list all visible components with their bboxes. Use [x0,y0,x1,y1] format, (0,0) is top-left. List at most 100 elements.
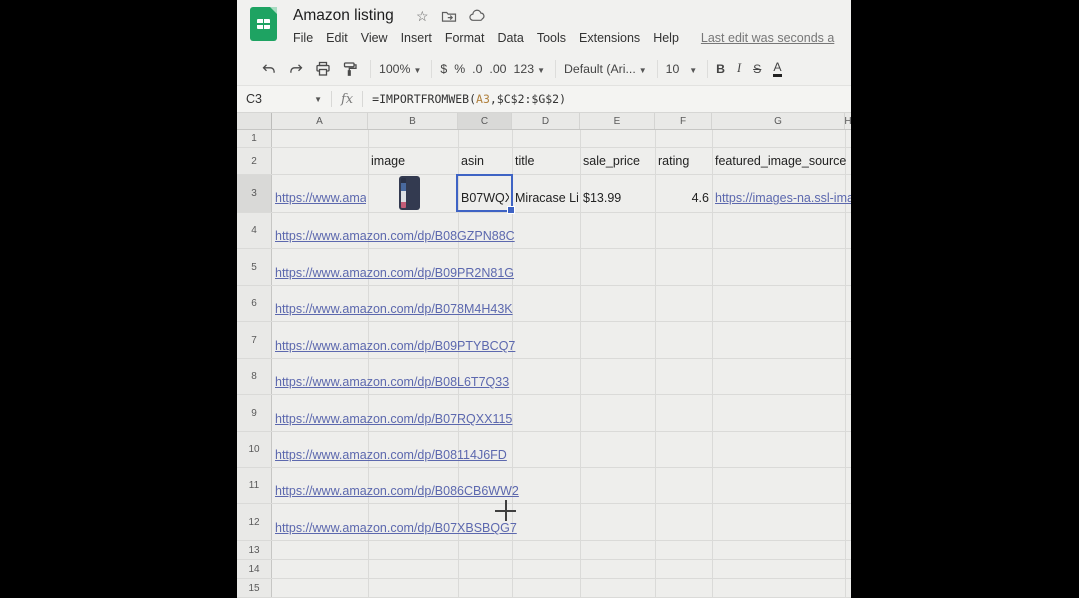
cell-a10-link[interactable]: https://www.amazon.com/dp/B08114J6FD [275,449,507,462]
titlebar: Amazon listing ☆ File Edit View Insert F… [237,0,851,52]
undo-button[interactable] [259,57,279,81]
row-header-1[interactable]: 1 [237,130,272,147]
row-6-cells[interactable]: https://www.amazon.com/dp/B078M4H43K [272,286,851,321]
row-9-cells[interactable]: https://www.amazon.com/dp/B07RQXX115 [272,395,851,431]
row-header-11[interactable]: 11 [237,468,272,503]
column-header-b[interactable]: B [368,113,458,129]
cell-c2-asin-header[interactable]: asin [461,155,484,168]
currency-format-button[interactable]: $ [440,62,447,76]
cell-a3-link[interactable]: https://www.ama [275,192,366,205]
cell-a4-link[interactable]: https://www.amazon.com/dp/B08GZPN88C [275,230,515,243]
row-4: 4 https://www.amazon.com/dp/B08GZPN88C [237,213,851,249]
cell-e2-sale-price-header[interactable]: sale_price [583,155,640,168]
row-13-cells[interactable] [272,541,851,559]
menu-help[interactable]: Help [653,31,679,45]
select-all-corner[interactable] [237,113,272,129]
row-10-cells[interactable]: https://www.amazon.com/dp/B08114J6FD [272,432,851,467]
row-header-12[interactable]: 12 [237,504,272,540]
row-header-15[interactable]: 15 [237,579,272,597]
strikethrough-button[interactable]: S [753,62,761,76]
cell-a7-link[interactable]: https://www.amazon.com/dp/B09PTYBCQ7 [275,340,515,353]
zoom-select[interactable]: 100%▼ [379,62,421,76]
row-15-cells[interactable] [272,579,851,597]
sheets-logo-icon[interactable] [250,7,277,41]
row-header-13[interactable]: 13 [237,541,272,559]
row-header-9[interactable]: 9 [237,395,272,431]
formula-input[interactable]: =IMPORTFROMWEB(A3,$C$2:$G$2) [372,92,566,106]
menu-tools[interactable]: Tools [537,31,566,45]
row-header-3[interactable]: 3 [237,175,272,212]
row-12-cells[interactable]: https://www.amazon.com/dp/B07XBSBQG7 [272,504,851,540]
row-5-cells[interactable]: https://www.amazon.com/dp/B09PR2N81G [272,249,851,285]
row-header-2[interactable]: 2 [237,148,272,174]
last-edit-status[interactable]: Last edit was seconds a [701,31,834,45]
menu-format[interactable]: Format [445,31,485,45]
name-box[interactable]: C3 ▼ [237,92,322,106]
column-header-f[interactable]: F [655,113,712,129]
row-2: 2 image asin title sale_price rating fea… [237,148,851,175]
more-formats-button[interactable]: 123▼ [514,62,545,76]
cell-b2-image-header[interactable]: image [371,155,405,168]
row-7-cells[interactable]: https://www.amazon.com/dp/B09PTYBCQ7 [272,322,851,358]
column-header-e[interactable]: E [580,113,655,129]
bold-button[interactable]: B [716,62,725,76]
cell-a9-link[interactable]: https://www.amazon.com/dp/B07RQXX115 [275,413,512,426]
font-size-select[interactable]: 10 ▼ [666,62,697,76]
redo-button[interactable] [286,57,306,81]
row-header-6[interactable]: 6 [237,286,272,321]
print-button[interactable] [313,57,333,81]
paint-format-button[interactable] [340,57,360,81]
cell-e3-sale-price-value[interactable]: $13.99 [583,192,621,205]
doc-title[interactable]: Amazon listing [293,7,394,25]
cell-a8-link[interactable]: https://www.amazon.com/dp/B08L6T7Q33 [275,376,509,389]
percent-format-button[interactable]: % [454,62,465,76]
column-header-c[interactable]: C [458,113,512,129]
row-14-cells[interactable] [272,560,851,578]
name-box-caret-icon: ▼ [314,95,322,104]
cell-g2-featured-image-source-header[interactable]: featured_image_source [715,155,846,168]
cell-d2-title-header[interactable]: title [515,155,534,168]
menu-file[interactable]: File [293,31,313,45]
row-8-cells[interactable]: https://www.amazon.com/dp/B08L6T7Q33 [272,359,851,394]
column-header-h[interactable]: H [845,113,851,129]
decrease-decimal-button[interactable]: .0 [472,62,482,76]
increase-decimal-button[interactable]: .00 [489,62,506,76]
row-header-14[interactable]: 14 [237,560,272,578]
cell-f3-rating-value[interactable]: 4.6 [655,192,709,205]
row-2-cells[interactable]: image asin title sale_price rating featu… [272,148,851,174]
row-header-10[interactable]: 10 [237,432,272,467]
italic-button[interactable]: I [737,61,741,76]
row-header-7[interactable]: 7 [237,322,272,358]
cell-f2-rating-header[interactable]: rating [658,155,689,168]
menu-view[interactable]: View [361,31,388,45]
menu-edit[interactable]: Edit [326,31,348,45]
text-color-button[interactable]: A [773,61,781,77]
sheet-body: 1 2 image asin title sale_price rating f… [237,130,851,598]
menu-insert[interactable]: Insert [401,31,432,45]
column-header-d[interactable]: D [512,113,580,129]
toolbar: 100%▼ $ % .0 .00 123▼ Default (Ari...▼ 1… [237,52,851,86]
star-icon[interactable]: ☆ [414,8,431,25]
cell-d3-title-value[interactable]: Miracase Li [515,192,578,205]
cell-a6-link[interactable]: https://www.amazon.com/dp/B078M4H43K [275,303,513,316]
row-header-4[interactable]: 4 [237,213,272,248]
column-header-a[interactable]: A [272,113,368,129]
row-1-cells[interactable] [272,130,851,147]
font-select[interactable]: Default (Ari...▼ [564,62,647,76]
cell-b3-product-image[interactable] [399,176,420,210]
cloud-status-icon[interactable] [468,8,485,25]
column-header-g[interactable]: G [712,113,845,129]
cell-a11-link[interactable]: https://www.amazon.com/dp/B086CB6WW2 [275,485,519,498]
menu-extensions[interactable]: Extensions [579,31,640,45]
cell-a5-link[interactable]: https://www.amazon.com/dp/B09PR2N81G [275,267,514,280]
row-11-cells[interactable]: https://www.amazon.com/dp/B086CB6WW2 [272,468,851,503]
row-header-5[interactable]: 5 [237,249,272,285]
move-folder-icon[interactable] [441,8,458,25]
cell-c3-asin-value[interactable]: B07WQX [461,192,509,205]
row-header-8[interactable]: 8 [237,359,272,394]
menu-data[interactable]: Data [497,31,523,45]
row-3-cells[interactable]: https://www.ama B07WQX Miracase Li $13.9… [272,175,851,212]
cell-g3-featured-image-source-link[interactable]: https://images-na.ssl-ima [715,192,851,205]
row-4-cells[interactable]: https://www.amazon.com/dp/B08GZPN88C [272,213,851,248]
cell-a12-link[interactable]: https://www.amazon.com/dp/B07XBSBQG7 [275,522,517,535]
